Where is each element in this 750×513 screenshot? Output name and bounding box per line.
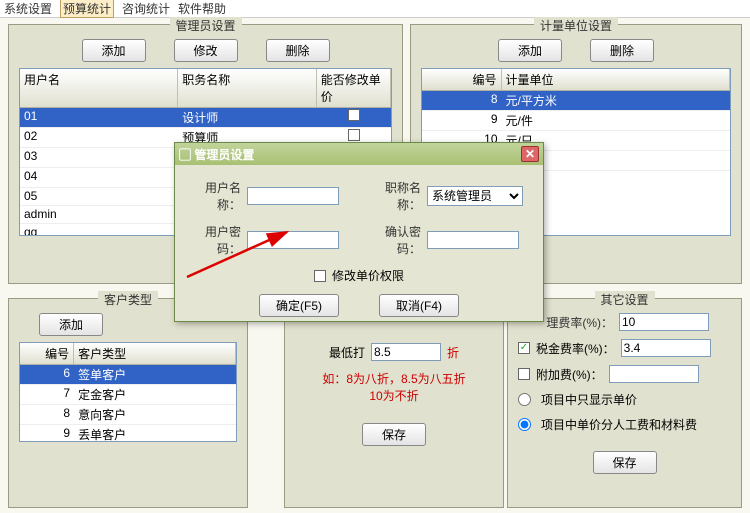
panel-discount: 最低打 折 如：8为八折，8.5为八五折10为不折 保存	[284, 298, 504, 508]
menu-bar: 系统设置 预算统计 咨询统计 软件帮助	[0, 0, 750, 18]
panel-ctype: 客户类型 添加 编号 客户类型 6签单客户7定金客户8意向客户9丢单客户	[8, 298, 248, 508]
col-canedit[interactable]: 能否修改单价	[317, 69, 391, 107]
discount-input[interactable]	[371, 343, 441, 361]
admin-edit-dialog: ▢ 管理员设置 ✕ 用户名称： 职称名称： 系统管理员 用户密码： 确认密码： …	[174, 142, 544, 322]
radio-show-price-only-label: 项目中只显示单价	[541, 391, 637, 408]
user-label: 用户名称：	[185, 179, 241, 213]
pwd2-input[interactable]	[427, 231, 519, 249]
extra-label: 附加费(%)：	[536, 366, 603, 383]
discount-hint: 如：8为八折，8.5为八五折10为不折	[295, 371, 493, 405]
extra-checkbox[interactable]	[518, 368, 530, 380]
ctype-table[interactable]: 编号 客户类型 6签单客户7定金客户8意向客户9丢单客户	[19, 342, 237, 442]
menu-budget[interactable]: 预算统计	[60, 0, 114, 18]
add-button[interactable]: 添加	[39, 313, 103, 336]
table-row[interactable]: 9元/件	[422, 111, 730, 131]
radio-split-price-label: 项目中单价分人工费和材料费	[541, 416, 697, 433]
mgmt-input[interactable]	[619, 313, 709, 331]
table-row[interactable]: 7定金客户	[20, 385, 236, 405]
col-job[interactable]: 职务名称	[178, 69, 317, 107]
menu-system[interactable]: 系统设置	[4, 0, 52, 17]
dialog-title: ▢ 管理员设置	[179, 146, 254, 163]
menu-consult[interactable]: 咨询统计	[122, 0, 170, 17]
close-icon[interactable]: ✕	[521, 146, 539, 162]
table-row[interactable]: 6签单客户	[20, 365, 236, 385]
radio-split-price[interactable]	[518, 418, 531, 431]
table-row[interactable]: 8意向客户	[20, 405, 236, 425]
panel-ctype-title: 客户类型	[98, 291, 158, 308]
pwd-input[interactable]	[247, 231, 339, 249]
delete-button[interactable]: 删除	[590, 39, 654, 62]
table-row[interactable]: 9丢单客户	[20, 425, 236, 442]
pwd2-label: 确认密码：	[365, 223, 421, 257]
cancel-button[interactable]: 取消(F4)	[379, 294, 459, 317]
radio-show-price-only[interactable]	[518, 393, 531, 406]
delete-button[interactable]: 删除	[266, 39, 330, 62]
job-label: 职称名称：	[365, 179, 421, 213]
menu-help[interactable]: 软件帮助	[178, 0, 226, 17]
table-row[interactable]: 8元/平方米	[422, 91, 730, 111]
tax-label: 税金费率(%)：	[536, 340, 615, 357]
ok-button[interactable]: 确定(F5)	[259, 294, 339, 317]
user-input[interactable]	[247, 187, 339, 205]
tax-input[interactable]	[621, 339, 711, 357]
job-select[interactable]: 系统管理员	[427, 186, 523, 206]
col-name[interactable]: 客户类型	[74, 343, 236, 364]
extra-input[interactable]	[609, 365, 699, 383]
panel-admin-title: 管理员设置	[169, 17, 241, 34]
discount-unit: 折	[447, 344, 459, 361]
add-button[interactable]: 添加	[82, 39, 146, 62]
perm-checkbox[interactable]	[314, 270, 326, 282]
table-row[interactable]: 01设计师	[20, 108, 391, 128]
discount-label: 最低打	[329, 344, 365, 361]
tax-checkbox[interactable]: ✓	[518, 342, 530, 354]
col-id[interactable]: 编号	[422, 69, 502, 90]
col-name[interactable]: 计量单位	[502, 69, 730, 90]
pwd-label: 用户密码：	[185, 223, 241, 257]
add-button[interactable]: 添加	[498, 39, 562, 62]
save-button[interactable]: 保存	[593, 451, 657, 474]
col-id[interactable]: 编号	[20, 343, 74, 364]
panel-unit-title: 计量单位设置	[534, 17, 618, 34]
perm-label: 修改单价权限	[332, 267, 404, 284]
edit-button[interactable]: 修改	[174, 39, 238, 62]
save-button[interactable]: 保存	[362, 423, 426, 446]
col-user[interactable]: 用户名	[20, 69, 178, 107]
panel-other: 其它设置 理费率(%)： ✓ 税金费率(%)： 附加费(%)： 项目中只显示单价	[507, 298, 742, 508]
panel-other-title: 其它设置	[594, 291, 654, 308]
